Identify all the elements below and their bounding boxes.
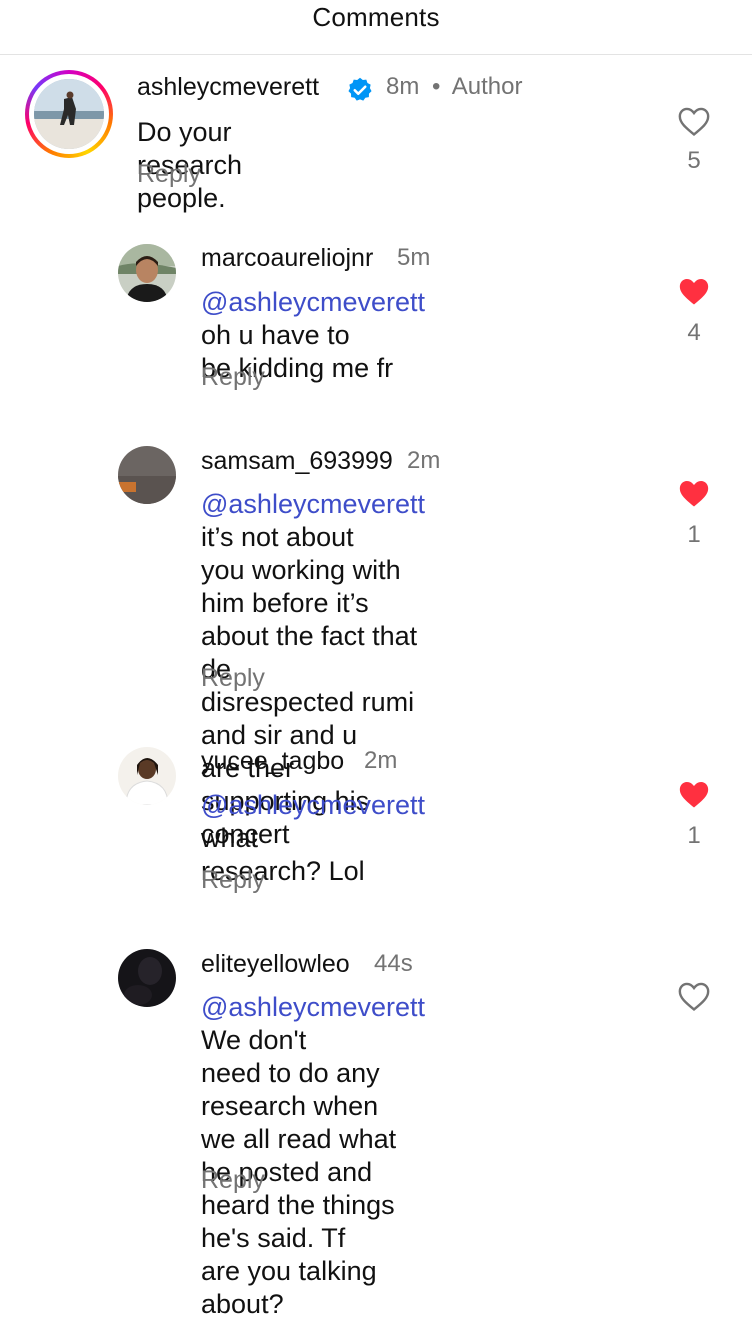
comments-header: Comments (0, 0, 752, 55)
heart-filled-icon[interactable] (677, 275, 711, 307)
reply-button[interactable]: Reply (201, 1166, 265, 1195)
reply-button[interactable]: Reply (201, 866, 265, 895)
avatar[interactable] (34, 79, 104, 149)
comment-time: 2m (407, 447, 441, 474)
mention-link[interactable]: @ashleycmeverett (201, 790, 425, 820)
like-count: 1 (687, 822, 701, 849)
comment-username[interactable]: samsam_693999 (201, 447, 393, 476)
comment-text: @ashleycmeverett We don't need to do any… (201, 992, 425, 1319)
heart-filled-icon[interactable] (677, 778, 711, 810)
page-title: Comments (312, 2, 440, 32)
heart-outline-icon[interactable] (677, 980, 711, 1012)
mention-link[interactable]: @ashleycmeverett (201, 287, 425, 317)
reply-button[interactable]: Reply (201, 363, 265, 392)
mention-link[interactable]: @ashleycmeverett (201, 489, 425, 519)
comment-time: 8m • Author (386, 73, 523, 100)
heart-outline-icon[interactable] (677, 105, 711, 137)
like-count: 1 (687, 521, 701, 548)
comment-username[interactable]: marcoaureliojnr (201, 244, 373, 273)
heart-filled-icon[interactable] (677, 477, 711, 509)
avatar[interactable] (118, 446, 176, 504)
avatar[interactable] (118, 244, 176, 302)
avatar[interactable] (118, 949, 176, 1007)
comment-time: 44s (374, 950, 413, 977)
like-count: 5 (687, 147, 701, 174)
reply-button[interactable]: Reply (137, 160, 201, 189)
comment-username[interactable]: ashleycmeverett (137, 73, 319, 102)
comment-time: 5m (397, 244, 431, 271)
reply-button[interactable]: Reply (201, 664, 265, 693)
avatar[interactable] (118, 747, 176, 805)
comment-username[interactable]: eliteyellowleo (201, 950, 350, 979)
like-count: 4 (687, 319, 701, 346)
comment-username[interactable]: yucee_tagbo (201, 747, 344, 776)
comment-time: 2m (364, 747, 398, 774)
verified-badge-icon (346, 76, 374, 104)
author-badge: Author (451, 73, 523, 100)
mention-link[interactable]: @ashleycmeverett (201, 992, 425, 1022)
story-ring[interactable] (25, 70, 113, 158)
